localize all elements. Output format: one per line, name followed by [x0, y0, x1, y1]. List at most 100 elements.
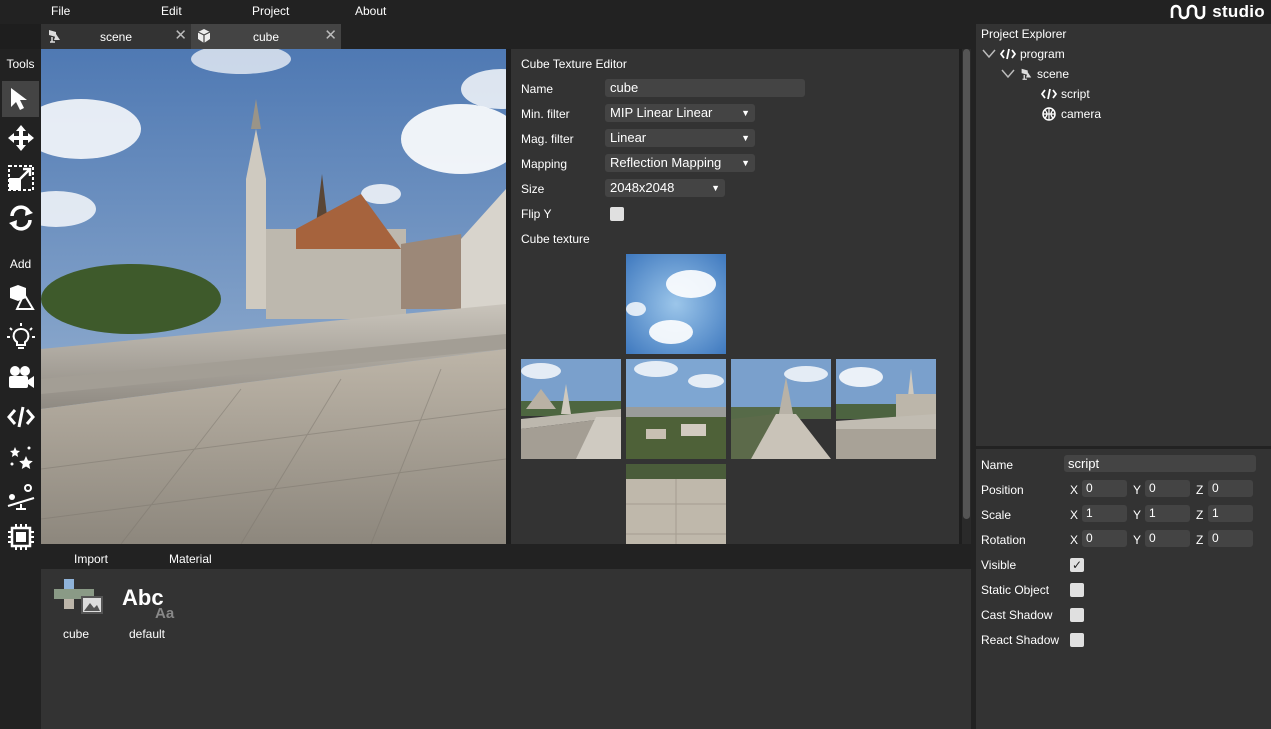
- face-left-image: [521, 359, 621, 459]
- menu-bar: File Edit Project About studio: [0, 0, 1271, 24]
- menu-edit[interactable]: Edit: [161, 4, 182, 18]
- visible-checkbox[interactable]: ✓: [1070, 558, 1084, 572]
- position-z-input[interactable]: 0: [1208, 480, 1253, 497]
- face-right-image: [731, 359, 831, 459]
- tree-item-label: script: [1061, 87, 1090, 101]
- scale-tool-button[interactable]: [2, 160, 39, 196]
- flip-y-checkbox[interactable]: [610, 207, 624, 221]
- scene-viewport[interactable]: [41, 49, 506, 544]
- tools-section-label: Tools: [6, 57, 35, 71]
- face-front-image: [626, 359, 726, 459]
- camera-sphere-icon: [1042, 107, 1056, 121]
- cube-face-left[interactable]: [521, 359, 621, 459]
- rotation-z-input[interactable]: 0: [1208, 530, 1253, 547]
- editor-scrollbar[interactable]: [962, 49, 971, 544]
- min-filter-dropdown[interactable]: MIP Linear Linear ▼: [605, 104, 755, 122]
- editor-title: Cube Texture Editor: [521, 57, 627, 71]
- mag-filter-value: Linear: [610, 130, 647, 145]
- scale-z-input[interactable]: 1: [1208, 505, 1253, 522]
- add-physics-button[interactable]: [2, 479, 39, 515]
- tree-item-script[interactable]: script: [1041, 85, 1090, 103]
- cube-texture-label: Cube texture: [521, 232, 590, 246]
- asset-panel-tabs: Import Material: [41, 544, 971, 569]
- axis-x-label: X: [1070, 508, 1079, 522]
- chevron-down-icon: ▼: [741, 158, 750, 168]
- tree-item-label: program: [1020, 47, 1065, 61]
- menu-file[interactable]: File: [51, 4, 70, 18]
- add-section-label: Add: [9, 257, 32, 271]
- static-object-checkbox[interactable]: [1070, 583, 1084, 597]
- add-camera-button[interactable]: [2, 359, 39, 395]
- add-script-button[interactable]: [2, 399, 39, 435]
- move-tool-button[interactable]: [2, 120, 39, 156]
- axis-z-label: Z: [1196, 533, 1204, 547]
- face-bottom-image: [626, 464, 726, 544]
- add-effects-button[interactable]: [2, 439, 39, 475]
- min-filter-value: MIP Linear Linear: [610, 105, 713, 120]
- min-filter-label: Min. filter: [521, 107, 570, 121]
- close-icon[interactable]: ✕: [324, 27, 337, 44]
- position-x-input[interactable]: 0: [1082, 480, 1127, 497]
- tab-scene[interactable]: scene ✕: [41, 24, 191, 49]
- scale-x-input[interactable]: 1: [1082, 505, 1127, 522]
- menu-about[interactable]: About: [355, 4, 386, 18]
- add-physics-icon: [7, 484, 34, 510]
- mag-filter-dropdown[interactable]: Linear ▼: [605, 129, 755, 147]
- chevron-down-icon: ▼: [741, 108, 750, 118]
- react-shadow-label: React Shadow: [981, 633, 1060, 647]
- tree-item-scene[interactable]: scene: [1001, 65, 1069, 83]
- rotate-icon: [8, 205, 33, 231]
- viewport-render: [41, 49, 506, 544]
- react-shadow-checkbox[interactable]: [1070, 633, 1084, 647]
- add-model-button[interactable]: [2, 279, 39, 315]
- cast-shadow-checkbox[interactable]: [1070, 608, 1084, 622]
- tab-material[interactable]: Material: [169, 552, 212, 566]
- tree-item-label: scene: [1037, 67, 1070, 81]
- menu-project[interactable]: Project: [252, 4, 289, 18]
- name-input[interactable]: cube: [605, 79, 805, 97]
- axis-z-label: Z: [1196, 483, 1204, 497]
- close-icon[interactable]: ✕: [174, 27, 187, 44]
- add-container-icon: [7, 524, 34, 550]
- axis-y-label: Y: [1133, 533, 1142, 547]
- chevron-down-icon[interactable]: [982, 49, 996, 59]
- size-label: Size: [521, 182, 545, 196]
- chevron-down-icon[interactable]: [1001, 69, 1015, 79]
- code-icon: [1041, 88, 1057, 100]
- cube-face-bottom[interactable]: [626, 464, 726, 544]
- rotate-tool-button[interactable]: [2, 200, 39, 236]
- scene-icon: [1021, 68, 1032, 80]
- position-label: Position: [981, 483, 1024, 497]
- cube-face-right[interactable]: [731, 359, 831, 459]
- mapping-value: Reflection Mapping: [610, 155, 722, 170]
- cast-shadow-label: Cast Shadow: [981, 608, 1053, 622]
- scrollbar-thumb[interactable]: [963, 49, 970, 519]
- cube-face-back[interactable]: [836, 359, 936, 459]
- axis-x-label: X: [1070, 483, 1079, 497]
- tab-cube[interactable]: cube ✕: [191, 24, 341, 49]
- position-y-input[interactable]: 0: [1145, 480, 1190, 497]
- project-explorer: Project Explorer program scene script ca…: [976, 24, 1271, 446]
- tab-import[interactable]: Import: [74, 552, 108, 566]
- add-container-button[interactable]: [2, 519, 39, 555]
- add-light-button[interactable]: [2, 319, 39, 355]
- axis-z-label: Z: [1196, 508, 1204, 522]
- scale-label: Scale: [981, 508, 1012, 522]
- object-name-input[interactable]: script: [1064, 455, 1256, 472]
- code-icon: [1000, 48, 1016, 60]
- name-label: Name: [521, 82, 554, 96]
- rotation-x-input[interactable]: 0: [1082, 530, 1127, 547]
- axis-y-label: Y: [1133, 508, 1142, 522]
- size-dropdown[interactable]: 2048x2048 ▼: [605, 179, 725, 197]
- cube-face-front[interactable]: [626, 359, 726, 459]
- rotation-y-input[interactable]: 0: [1145, 530, 1190, 547]
- select-tool-button[interactable]: [2, 81, 39, 117]
- cube-face-top[interactable]: [626, 254, 726, 354]
- asset-label: default: [128, 627, 166, 641]
- tree-item-camera[interactable]: camera: [1041, 105, 1101, 123]
- add-light-icon: [6, 323, 35, 349]
- tree-item-program[interactable]: program: [982, 45, 1065, 63]
- mapping-dropdown[interactable]: Reflection Mapping ▼: [605, 154, 755, 172]
- scale-y-input[interactable]: 1: [1145, 505, 1190, 522]
- name-label: Name: [981, 458, 1014, 472]
